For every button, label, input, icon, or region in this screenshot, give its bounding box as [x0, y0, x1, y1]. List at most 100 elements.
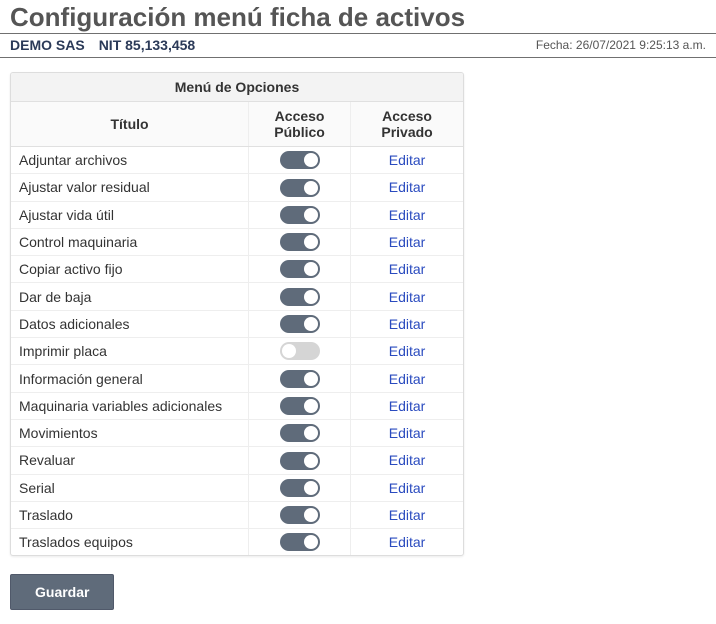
public-access-toggle[interactable] — [280, 151, 320, 169]
table-row: Ajustar valor residual Editar — [11, 174, 463, 201]
row-title: Información general — [11, 365, 249, 392]
table-row: Control maquinaria Editar — [11, 228, 463, 255]
row-title: Ajustar valor residual — [11, 174, 249, 201]
row-private-cell: Editar — [351, 338, 463, 365]
row-public-cell — [249, 201, 351, 228]
col-header-public: Acceso Público — [249, 102, 351, 147]
row-private-cell: Editar — [351, 529, 463, 556]
public-access-toggle[interactable] — [280, 315, 320, 333]
row-title: Dar de baja — [11, 283, 249, 310]
public-access-toggle[interactable] — [280, 424, 320, 442]
row-title: Movimientos — [11, 419, 249, 446]
row-public-cell — [249, 174, 351, 201]
row-title: Adjuntar archivos — [11, 147, 249, 174]
edit-link[interactable]: Editar — [389, 398, 426, 414]
table-row: Imprimir placa Editar — [11, 338, 463, 365]
edit-link[interactable]: Editar — [389, 452, 426, 468]
table-row: Traslado Editar — [11, 501, 463, 528]
table-row: Información general Editar — [11, 365, 463, 392]
row-private-cell: Editar — [351, 228, 463, 255]
row-private-cell: Editar — [351, 447, 463, 474]
public-access-toggle[interactable] — [280, 233, 320, 251]
company-name: DEMO SAS — [10, 37, 85, 53]
row-private-cell: Editar — [351, 283, 463, 310]
row-public-cell — [249, 283, 351, 310]
public-access-toggle[interactable] — [280, 479, 320, 497]
row-title: Ajustar vida útil — [11, 201, 249, 228]
row-title: Traslados equipos — [11, 529, 249, 556]
col-header-private: Acceso Privado — [351, 102, 463, 147]
row-title: Copiar activo fijo — [11, 256, 249, 283]
row-private-cell: Editar — [351, 419, 463, 446]
row-public-cell — [249, 447, 351, 474]
table-row: Maquinaria variables adicionales Editar — [11, 392, 463, 419]
date-label: Fecha: — [536, 38, 573, 52]
edit-link[interactable]: Editar — [389, 425, 426, 441]
table-row: Datos adicionales Editar — [11, 310, 463, 337]
nit-value: 85,133,458 — [125, 37, 195, 53]
edit-link[interactable]: Editar — [389, 316, 426, 332]
table-row: Dar de baja Editar — [11, 283, 463, 310]
row-title: Maquinaria variables adicionales — [11, 392, 249, 419]
edit-link[interactable]: Editar — [389, 152, 426, 168]
row-private-cell: Editar — [351, 256, 463, 283]
table-group-header: Menú de Opciones — [11, 73, 463, 102]
table-row: Serial Editar — [11, 474, 463, 501]
page-title: Configuración menú ficha de activos — [10, 2, 706, 33]
edit-link[interactable]: Editar — [389, 480, 426, 496]
row-public-cell — [249, 419, 351, 446]
row-private-cell: Editar — [351, 501, 463, 528]
row-public-cell — [249, 529, 351, 556]
row-private-cell: Editar — [351, 474, 463, 501]
row-title: Revaluar — [11, 447, 249, 474]
row-public-cell — [249, 256, 351, 283]
public-access-toggle[interactable] — [280, 179, 320, 197]
row-title: Datos adicionales — [11, 310, 249, 337]
public-access-toggle[interactable] — [280, 342, 320, 360]
row-public-cell — [249, 147, 351, 174]
options-table-card: Menú de Opciones Título Acceso Público A… — [10, 72, 464, 556]
edit-link[interactable]: Editar — [389, 261, 426, 277]
table-row: Copiar activo fijo Editar — [11, 256, 463, 283]
table-row: Movimientos Editar — [11, 419, 463, 446]
row-private-cell: Editar — [351, 147, 463, 174]
save-button[interactable]: Guardar — [10, 574, 114, 610]
row-public-cell — [249, 365, 351, 392]
edit-link[interactable]: Editar — [389, 343, 426, 359]
public-access-toggle[interactable] — [280, 397, 320, 415]
nit-label: NIT — [99, 37, 122, 53]
edit-link[interactable]: Editar — [389, 179, 426, 195]
table-row: Traslados equipos Editar — [11, 529, 463, 556]
public-access-toggle[interactable] — [280, 260, 320, 278]
row-public-cell — [249, 501, 351, 528]
row-private-cell: Editar — [351, 174, 463, 201]
public-access-toggle[interactable] — [280, 533, 320, 551]
nit: NIT 85,133,458 — [99, 37, 196, 53]
row-title: Traslado — [11, 501, 249, 528]
edit-link[interactable]: Editar — [389, 289, 426, 305]
row-private-cell: Editar — [351, 201, 463, 228]
row-public-cell — [249, 392, 351, 419]
row-title: Imprimir placa — [11, 338, 249, 365]
edit-link[interactable]: Editar — [389, 207, 426, 223]
table-row: Adjuntar archivos Editar — [11, 147, 463, 174]
options-table: Menú de Opciones Título Acceso Público A… — [11, 73, 463, 555]
edit-link[interactable]: Editar — [389, 234, 426, 250]
edit-link[interactable]: Editar — [389, 534, 426, 550]
row-public-cell — [249, 228, 351, 255]
row-title: Serial — [11, 474, 249, 501]
row-title: Control maquinaria — [11, 228, 249, 255]
public-access-toggle[interactable] — [280, 452, 320, 470]
header-bar: DEMO SAS NIT 85,133,458 Fecha: 26/07/202… — [0, 33, 716, 58]
table-row: Revaluar Editar — [11, 447, 463, 474]
row-public-cell — [249, 338, 351, 365]
public-access-toggle[interactable] — [280, 370, 320, 388]
row-private-cell: Editar — [351, 392, 463, 419]
table-row: Ajustar vida útil Editar — [11, 201, 463, 228]
header-date: Fecha: 26/07/2021 9:25:13 a.m. — [536, 38, 706, 52]
edit-link[interactable]: Editar — [389, 371, 426, 387]
edit-link[interactable]: Editar — [389, 507, 426, 523]
public-access-toggle[interactable] — [280, 206, 320, 224]
public-access-toggle[interactable] — [280, 288, 320, 306]
public-access-toggle[interactable] — [280, 506, 320, 524]
